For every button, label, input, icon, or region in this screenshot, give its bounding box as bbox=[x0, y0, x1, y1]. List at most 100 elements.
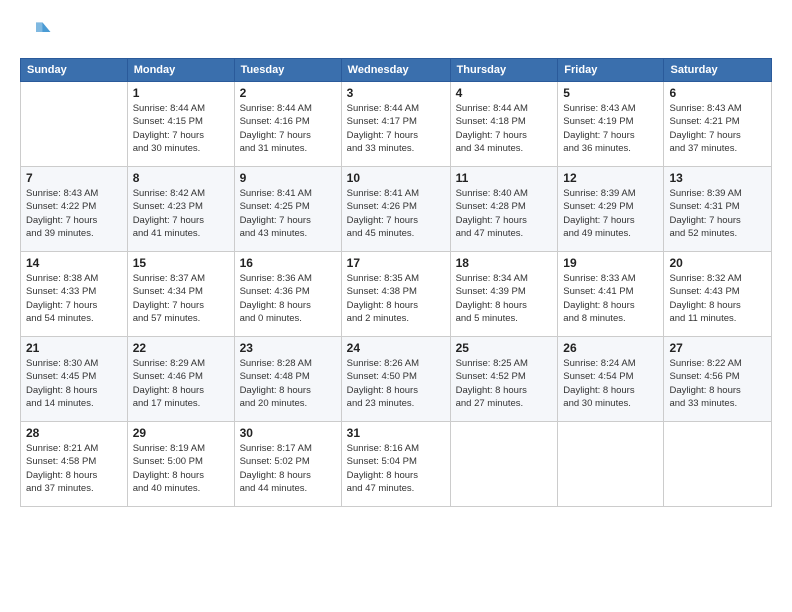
day-cell: 29 Sunrise: 8:19 AM Sunset: 5:00 PM Dayli… bbox=[127, 422, 234, 507]
day-cell bbox=[664, 422, 772, 507]
day-cell: 11 Sunrise: 8:40 AM Sunset: 4:28 PM Dayli… bbox=[450, 167, 558, 252]
day-info: Sunrise: 8:44 AM Sunset: 4:18 PM Dayligh… bbox=[456, 102, 553, 155]
column-header-wednesday: Wednesday bbox=[341, 59, 450, 82]
day-number: 23 bbox=[240, 341, 336, 355]
calendar: SundayMondayTuesdayWednesdayThursdayFrid… bbox=[20, 58, 772, 507]
day-info: Sunrise: 8:44 AM Sunset: 4:17 PM Dayligh… bbox=[347, 102, 445, 155]
day-cell: 13 Sunrise: 8:39 AM Sunset: 4:31 PM Dayli… bbox=[664, 167, 772, 252]
week-row-1: 1 Sunrise: 8:44 AM Sunset: 4:15 PM Daylig… bbox=[21, 82, 772, 167]
day-number: 8 bbox=[133, 171, 229, 185]
day-info: Sunrise: 8:43 AM Sunset: 4:22 PM Dayligh… bbox=[26, 187, 122, 240]
day-info: Sunrise: 8:26 AM Sunset: 4:50 PM Dayligh… bbox=[347, 357, 445, 410]
week-row-3: 14Sunrise: 8:38 AM Sunset: 4:33 PM Dayli… bbox=[21, 252, 772, 337]
week-row-2: 7 Sunrise: 8:43 AM Sunset: 4:22 PM Daylig… bbox=[21, 167, 772, 252]
day-info: Sunrise: 8:17 AM Sunset: 5:02 PM Dayligh… bbox=[240, 442, 336, 495]
day-number: 9 bbox=[240, 171, 336, 185]
day-number: 20 bbox=[669, 256, 766, 270]
day-cell: 5 Sunrise: 8:43 AM Sunset: 4:19 PM Daylig… bbox=[558, 82, 664, 167]
day-info: Sunrise: 8:34 AM Sunset: 4:39 PM Dayligh… bbox=[456, 272, 553, 325]
day-number: 28 bbox=[26, 426, 122, 440]
week-row-4: 21 Sunrise: 8:30 AM Sunset: 4:45 PM Dayli… bbox=[21, 337, 772, 422]
day-info: Sunrise: 8:28 AM Sunset: 4:48 PM Dayligh… bbox=[240, 357, 336, 410]
day-number: 27 bbox=[669, 341, 766, 355]
day-number: 12 bbox=[563, 171, 658, 185]
day-info: Sunrise: 8:41 AM Sunset: 4:26 PM Dayligh… bbox=[347, 187, 445, 240]
day-info: Sunrise: 8:42 AM Sunset: 4:23 PM Dayligh… bbox=[133, 187, 229, 240]
page-header bbox=[20, 16, 772, 48]
day-cell: 19Sunrise: 8:33 AM Sunset: 4:41 PM Dayli… bbox=[558, 252, 664, 337]
day-number: 26 bbox=[563, 341, 658, 355]
column-header-thursday: Thursday bbox=[450, 59, 558, 82]
day-info: Sunrise: 8:24 AM Sunset: 4:54 PM Dayligh… bbox=[563, 357, 658, 410]
day-cell: 28 Sunrise: 8:21 AM Sunset: 4:58 PM Dayli… bbox=[21, 422, 128, 507]
day-info: Sunrise: 8:33 AM Sunset: 4:41 PM Dayligh… bbox=[563, 272, 658, 325]
day-info: Sunrise: 8:44 AM Sunset: 4:16 PM Dayligh… bbox=[240, 102, 336, 155]
day-cell: 20 Sunrise: 8:32 AM Sunset: 4:43 PM Dayli… bbox=[664, 252, 772, 337]
day-number: 13 bbox=[669, 171, 766, 185]
day-cell: 1 Sunrise: 8:44 AM Sunset: 4:15 PM Daylig… bbox=[127, 82, 234, 167]
column-header-sunday: Sunday bbox=[21, 59, 128, 82]
day-number: 22 bbox=[133, 341, 229, 355]
day-cell: 31 Sunrise: 8:16 AM Sunset: 5:04 PM Dayli… bbox=[341, 422, 450, 507]
day-cell bbox=[450, 422, 558, 507]
day-number: 4 bbox=[456, 86, 553, 100]
day-number: 21 bbox=[26, 341, 122, 355]
day-number: 5 bbox=[563, 86, 658, 100]
day-info: Sunrise: 8:25 AM Sunset: 4:52 PM Dayligh… bbox=[456, 357, 553, 410]
day-cell: 12 Sunrise: 8:39 AM Sunset: 4:29 PM Dayli… bbox=[558, 167, 664, 252]
day-number: 16 bbox=[240, 256, 336, 270]
day-cell: 22 Sunrise: 8:29 AM Sunset: 4:46 PM Dayli… bbox=[127, 337, 234, 422]
day-cell: 30 Sunrise: 8:17 AM Sunset: 5:02 PM Dayli… bbox=[234, 422, 341, 507]
day-info: Sunrise: 8:29 AM Sunset: 4:46 PM Dayligh… bbox=[133, 357, 229, 410]
day-number: 10 bbox=[347, 171, 445, 185]
day-cell: 21 Sunrise: 8:30 AM Sunset: 4:45 PM Dayli… bbox=[21, 337, 128, 422]
day-info: Sunrise: 8:21 AM Sunset: 4:58 PM Dayligh… bbox=[26, 442, 122, 495]
day-cell: 26 Sunrise: 8:24 AM Sunset: 4:54 PM Dayli… bbox=[558, 337, 664, 422]
day-info: Sunrise: 8:19 AM Sunset: 5:00 PM Dayligh… bbox=[133, 442, 229, 495]
day-cell: 24Sunrise: 8:26 AM Sunset: 4:50 PM Dayli… bbox=[341, 337, 450, 422]
day-info: Sunrise: 8:16 AM Sunset: 5:04 PM Dayligh… bbox=[347, 442, 445, 495]
day-number: 7 bbox=[26, 171, 122, 185]
column-header-tuesday: Tuesday bbox=[234, 59, 341, 82]
day-number: 29 bbox=[133, 426, 229, 440]
day-info: Sunrise: 8:35 AM Sunset: 4:38 PM Dayligh… bbox=[347, 272, 445, 325]
day-info: Sunrise: 8:32 AM Sunset: 4:43 PM Dayligh… bbox=[669, 272, 766, 325]
day-cell: 25 Sunrise: 8:25 AM Sunset: 4:52 PM Dayli… bbox=[450, 337, 558, 422]
day-info: Sunrise: 8:37 AM Sunset: 4:34 PM Dayligh… bbox=[133, 272, 229, 325]
column-header-monday: Monday bbox=[127, 59, 234, 82]
day-number: 14 bbox=[26, 256, 122, 270]
calendar-header-row: SundayMondayTuesdayWednesdayThursdayFrid… bbox=[21, 59, 772, 82]
day-info: Sunrise: 8:36 AM Sunset: 4:36 PM Dayligh… bbox=[240, 272, 336, 325]
day-cell: 18 Sunrise: 8:34 AM Sunset: 4:39 PM Dayli… bbox=[450, 252, 558, 337]
day-info: Sunrise: 8:40 AM Sunset: 4:28 PM Dayligh… bbox=[456, 187, 553, 240]
day-number: 25 bbox=[456, 341, 553, 355]
day-info: Sunrise: 8:30 AM Sunset: 4:45 PM Dayligh… bbox=[26, 357, 122, 410]
day-cell: 10 Sunrise: 8:41 AM Sunset: 4:26 PM Dayli… bbox=[341, 167, 450, 252]
day-number: 6 bbox=[669, 86, 766, 100]
day-info: Sunrise: 8:41 AM Sunset: 4:25 PM Dayligh… bbox=[240, 187, 336, 240]
day-number: 31 bbox=[347, 426, 445, 440]
day-number: 3 bbox=[347, 86, 445, 100]
day-number: 15 bbox=[133, 256, 229, 270]
day-info: Sunrise: 8:39 AM Sunset: 4:31 PM Dayligh… bbox=[669, 187, 766, 240]
day-cell: 23 Sunrise: 8:28 AM Sunset: 4:48 PM Dayli… bbox=[234, 337, 341, 422]
day-number: 11 bbox=[456, 171, 553, 185]
day-number: 1 bbox=[133, 86, 229, 100]
day-info: Sunrise: 8:39 AM Sunset: 4:29 PM Dayligh… bbox=[563, 187, 658, 240]
day-cell: 4 Sunrise: 8:44 AM Sunset: 4:18 PM Daylig… bbox=[450, 82, 558, 167]
day-cell: 2 Sunrise: 8:44 AM Sunset: 4:16 PM Daylig… bbox=[234, 82, 341, 167]
day-info: Sunrise: 8:44 AM Sunset: 4:15 PM Dayligh… bbox=[133, 102, 229, 155]
day-number: 2 bbox=[240, 86, 336, 100]
day-number: 17 bbox=[347, 256, 445, 270]
day-cell: 6Sunrise: 8:43 AM Sunset: 4:21 PM Daylig… bbox=[664, 82, 772, 167]
column-header-friday: Friday bbox=[558, 59, 664, 82]
day-number: 30 bbox=[240, 426, 336, 440]
logo-icon bbox=[20, 16, 52, 48]
day-info: Sunrise: 8:43 AM Sunset: 4:19 PM Dayligh… bbox=[563, 102, 658, 155]
day-cell: 3 Sunrise: 8:44 AM Sunset: 4:17 PM Daylig… bbox=[341, 82, 450, 167]
day-cell: 27Sunrise: 8:22 AM Sunset: 4:56 PM Dayli… bbox=[664, 337, 772, 422]
day-cell: 7 Sunrise: 8:43 AM Sunset: 4:22 PM Daylig… bbox=[21, 167, 128, 252]
day-cell: 17 Sunrise: 8:35 AM Sunset: 4:38 PM Dayli… bbox=[341, 252, 450, 337]
day-number: 18 bbox=[456, 256, 553, 270]
day-cell: 9 Sunrise: 8:41 AM Sunset: 4:25 PM Daylig… bbox=[234, 167, 341, 252]
